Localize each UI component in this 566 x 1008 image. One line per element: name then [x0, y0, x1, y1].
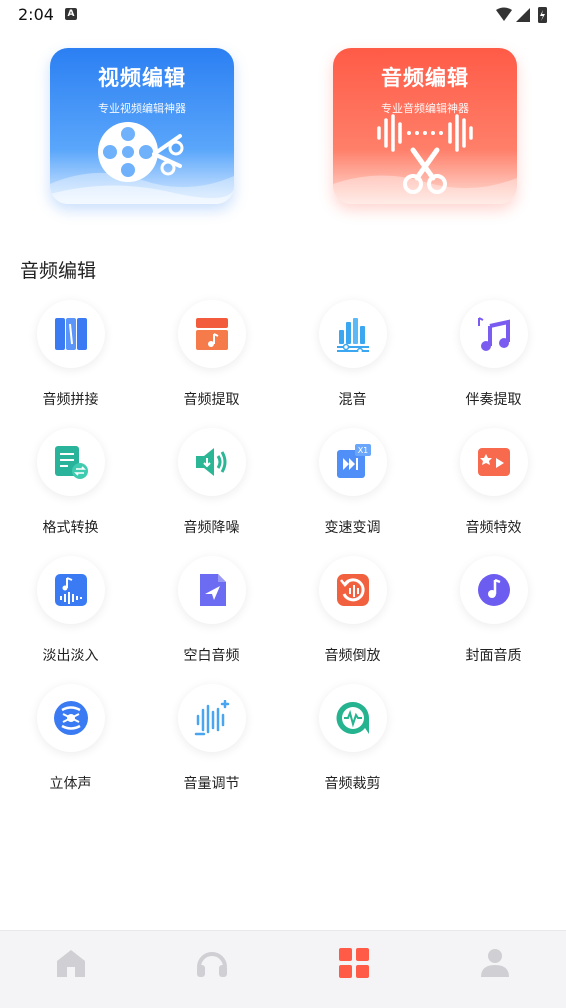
tool-icon-container [37, 428, 105, 496]
signal-icon [516, 8, 530, 22]
tool-icon-container [37, 684, 105, 752]
tool-icon-container [37, 556, 105, 624]
tool-item-blank-audio[interactable]: 空白音频 [141, 556, 282, 676]
tool-label: 封面音质 [465, 648, 522, 664]
waveform-scissors-icon [333, 114, 517, 204]
tool-label: 空白音频 [183, 648, 240, 664]
video-card-title: 视频编辑 [98, 66, 186, 90]
speed-pitch-icon: X1 [337, 444, 371, 478]
tool-item-cover-quality[interactable]: 封面音质 [423, 556, 564, 676]
audio-trim-icon [336, 701, 369, 734]
tab-audio[interactable] [190, 945, 234, 981]
tab-tools[interactable] [332, 945, 376, 981]
svg-text:X1: X1 [358, 446, 369, 455]
notification-a-icon: A [65, 8, 77, 20]
format-convert-icon [55, 446, 88, 479]
tool-item-stereo[interactable]: 立体声 [0, 684, 141, 804]
audio-extract-icon [196, 318, 228, 350]
tool-label: 音量调节 [183, 776, 240, 792]
mixer-icon [337, 318, 369, 352]
tool-label: 立体声 [49, 776, 92, 792]
film-reel-icon [50, 122, 234, 204]
audio-merge-icon [55, 318, 87, 350]
tool-icon-container: X1 [319, 428, 387, 496]
blank-audio-icon [200, 574, 226, 606]
tab-profile[interactable] [473, 945, 517, 981]
tool-item-accompaniment[interactable]: 伴奏提取 [423, 300, 564, 420]
tool-item-noise-reduction[interactable]: 音频降噪 [141, 428, 282, 548]
status-time: 2:04 [18, 5, 54, 24]
fade-icon [55, 574, 87, 606]
audio-card-title: 音频编辑 [381, 66, 469, 90]
audio-effects-icon [478, 448, 510, 476]
tool-label: 音频提取 [183, 392, 240, 408]
tool-item-fade[interactable]: 淡出淡入 [0, 556, 141, 676]
tool-item-mixer[interactable]: 混音 [282, 300, 423, 420]
tool-item-volume-adjust[interactable]: 音量调节 [141, 684, 282, 804]
user-icon [481, 949, 509, 977]
video-edit-card[interactable]: 视频编辑 专业视频编辑神器 [50, 48, 234, 204]
tool-icon-container [319, 684, 387, 752]
tool-label: 音频特效 [465, 520, 522, 536]
tool-icon-container [178, 300, 246, 368]
status-icons [496, 7, 547, 23]
tool-label: 变速变调 [324, 520, 381, 536]
tab-home[interactable] [49, 945, 93, 981]
headphones-icon [197, 952, 227, 977]
stereo-icon [54, 701, 88, 735]
tool-icon-container [178, 556, 246, 624]
tool-label: 音频倒放 [324, 648, 381, 664]
tool-icon-container [178, 684, 246, 752]
tool-icon-container [178, 428, 246, 496]
grid-icon [339, 948, 369, 978]
tool-item-audio-merge[interactable]: 音频拼接 [0, 300, 141, 420]
bottom-tab-bar [0, 930, 566, 1008]
tool-label: 混音 [338, 392, 367, 408]
tool-icon-container [460, 300, 528, 368]
tool-item-speed-pitch[interactable]: X1 变速变调 [282, 428, 423, 548]
volume-adjust-icon [194, 700, 230, 736]
tool-item-format-convert[interactable]: 格式转换 [0, 428, 141, 548]
reverse-icon [337, 574, 369, 606]
tool-icon-container [460, 428, 528, 496]
tool-item-audio-extract[interactable]: 音频提取 [141, 300, 282, 420]
home-icon [57, 950, 85, 977]
tool-item-reverse[interactable]: 音频倒放 [282, 556, 423, 676]
tool-item-audio-effects[interactable]: 音频特效 [423, 428, 564, 548]
audio-edit-card[interactable]: 音频编辑 专业音频编辑神器 [333, 48, 517, 204]
tool-icon-container [319, 556, 387, 624]
tool-icon-container [319, 300, 387, 368]
wifi-icon [496, 7, 512, 21]
tool-label: 格式转换 [42, 520, 99, 536]
tool-label: 伴奏提取 [465, 392, 522, 408]
cover-quality-icon [478, 574, 510, 606]
tool-label: 音频拼接 [42, 392, 99, 408]
tool-icon-container [37, 300, 105, 368]
accompaniment-icon [478, 317, 510, 351]
noise-reduction-icon [196, 448, 227, 476]
status-bar: 2:04 A [0, 0, 566, 30]
section-title: 音频编辑 [20, 260, 97, 282]
tool-label: 音频降噪 [183, 520, 240, 536]
tool-icon-container [460, 556, 528, 624]
tool-item-audio-trim[interactable]: 音频裁剪 [282, 684, 423, 804]
tool-label: 音频裁剪 [324, 776, 381, 792]
tool-label: 淡出淡入 [42, 648, 99, 664]
